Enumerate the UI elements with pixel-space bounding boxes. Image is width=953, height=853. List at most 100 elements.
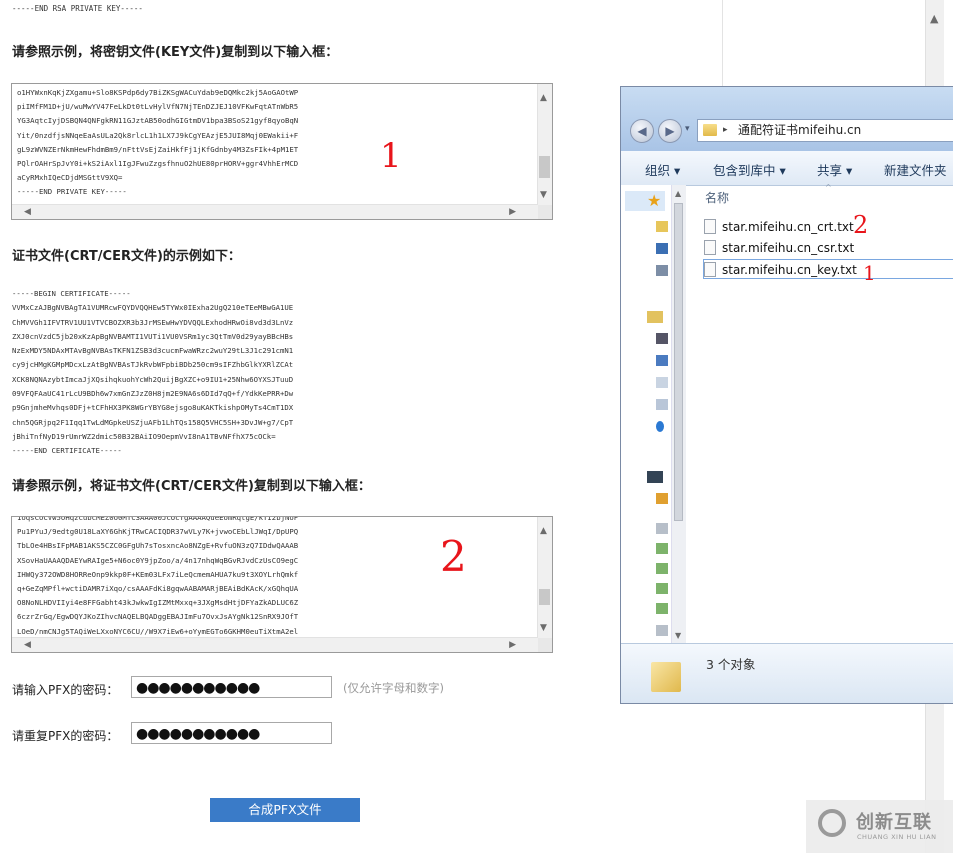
scroll-thumb[interactable] — [539, 589, 550, 605]
key-textarea-hscroll[interactable]: ◀ ▶ — [12, 204, 538, 219]
history-dropdown-icon[interactable]: ▾ — [685, 124, 690, 134]
key-heading: 请参照示例，将密钥文件(KEY文件)复制到以下输入框： — [12, 45, 339, 60]
nav-network-drive-icon[interactable] — [656, 583, 668, 594]
explorer-window: ◀ ▶ ▾ ▸ 通配符证书mifeihu.cn 组织 ▾ 包含到库中 ▾ 共享 … — [620, 86, 953, 704]
nav-drive-icon[interactable] — [656, 625, 668, 636]
key-line: Yit/0nzdfjsNNqeEaAsULa2Qk8rlcL1h1LX7J9kC… — [17, 130, 299, 140]
crt-line: IHWQy372OWD8HORReOnp9kkp0F+KEm03LFx7iLeQ… — [17, 569, 299, 579]
favorites-star-icon[interactable]: ★ — [647, 191, 661, 210]
key-line: gL9zWVNZErNkmHewFhdmBm9/nFttVsEjZaiHkfFj… — [17, 144, 299, 154]
nav-recent-icon[interactable] — [656, 265, 668, 276]
cert-line: cy9jcHMgKGMpMDcxLzAtBgNVBAsTJkRvbWFpbiBD… — [12, 360, 294, 370]
computer-icon[interactable] — [647, 471, 663, 483]
cert-line: -----END CERTIFICATE----- — [12, 446, 122, 456]
folder-icon — [703, 124, 717, 136]
scroll-corner — [538, 205, 552, 219]
item-count: 3 个对象 — [706, 657, 756, 672]
scroll-thumb[interactable] — [674, 203, 683, 521]
text-file-icon — [704, 240, 716, 255]
scroll-down-icon[interactable]: ▼ — [540, 623, 547, 633]
annotation-1-key-file: 1 — [863, 261, 876, 285]
text-file-icon — [704, 219, 716, 234]
nav-drive-icon[interactable] — [656, 523, 668, 534]
cert-example: -----BEGIN CERTIFICATE----- VVMxCzAJBgNVB… — [12, 287, 293, 459]
cert-line: -----BEGIN CERTIFICATE----- — [12, 289, 131, 298]
scroll-corner — [538, 638, 552, 652]
file-item-crt[interactable]: star.mifeihu.cn_crt.txt — [704, 217, 854, 237]
forward-icon[interactable]: ▶ — [658, 119, 682, 143]
nav-music-icon[interactable] — [656, 421, 664, 432]
crt-line: 1oqsCoCVw5oHqzcubcMEZ0o0MTC3AAA00JcUcTgA… — [17, 516, 299, 522]
scroll-left-icon[interactable]: ◀ — [24, 640, 31, 650]
back-icon[interactable]: ◀ — [630, 119, 654, 143]
nav-folder-icon[interactable] — [656, 221, 668, 232]
key-textarea[interactable]: o1HYWxnKqKjZXgamu+Slo8KSPdp6dy7BiZKSgWAC… — [11, 83, 553, 220]
libraries-icon[interactable] — [647, 311, 663, 323]
scroll-right-icon[interactable]: ▶ — [509, 640, 516, 650]
new-folder-button[interactable]: 新建文件夹 — [884, 160, 947, 179]
crt-textarea-vscroll[interactable]: ▲ ▼ — [537, 517, 552, 638]
file-name: star.mifeihu.cn_crt.txt — [722, 220, 854, 234]
key-textarea-content: o1HYWxnKqKjZXgamu+Slo8KSPdp6dy7BiZKSgWAC… — [17, 86, 298, 200]
nav-videos-icon[interactable] — [656, 333, 668, 344]
crt-line: 6czrZrGq/EgwDQYJKoZIhvcNAQELBQADggEBAJIm… — [17, 612, 299, 622]
crt-line: q+GeZqMPfl+wctiDAMR7iXqo/csAAAFdKi8gqwAA… — [17, 584, 299, 594]
crt-textarea-content: 1oqsCoCVw5oHqzcubcMEZ0o0MTC3AAA00JcUcTgA… — [17, 516, 299, 652]
annotation-1-key: 1 — [380, 136, 402, 176]
include-in-library-menu[interactable]: 包含到库中 ▾ — [713, 160, 786, 179]
share-menu[interactable]: 共享 ▾ — [817, 160, 852, 179]
cert-line: XCK8NQNAzybtImcaJjXQsihqkuohYcWh2QuijBgX… — [12, 374, 294, 384]
pfx-password-confirm-label: 请重复PFX的密码： — [12, 729, 119, 743]
navigation-scrollbar[interactable]: ▲ ▼ — [671, 185, 686, 643]
file-name: star.mifeihu.cn_key.txt — [722, 263, 857, 277]
organize-menu[interactable]: 组织 ▾ — [645, 160, 680, 179]
cert-line: VVMxCzAJBgNVBAgTA1VUMRcwFQYDVQQHEw5TYWx0… — [12, 303, 294, 313]
scroll-up-icon[interactable]: ▲ — [675, 189, 681, 199]
cert-line: jBhiTnfNyD19rUmrWZ2dmic50B32BAiIO9OepmVv… — [12, 431, 276, 441]
crt-textarea-hscroll[interactable]: ◀ ▶ — [12, 637, 538, 652]
pfx-password-input[interactable]: ●●●●●●●●●●● — [131, 676, 332, 698]
nav-network-drive-icon[interactable] — [656, 563, 668, 574]
nav-pictures-icon[interactable] — [656, 355, 668, 366]
brand-logo-icon — [818, 809, 846, 837]
key-textarea-vscroll[interactable]: ▲ ▼ — [537, 84, 552, 205]
nav-network-drive-icon[interactable] — [656, 603, 668, 614]
scroll-down-icon[interactable]: ▼ — [540, 190, 547, 200]
brand-name: 创新互联 — [856, 812, 932, 833]
nav-network-drive-icon[interactable] — [656, 543, 668, 554]
scroll-up-icon[interactable]: ▲ — [540, 93, 547, 103]
file-item-key[interactable]: star.mifeihu.cn_key.txt — [703, 259, 953, 279]
cert-line: ChMVVGh1IFVTRV1UU1VTVCBOZXR3b3JrMSEwHwYD… — [12, 317, 294, 327]
pfx-password-label: 请输入PFX的密码： — [12, 683, 119, 697]
crt-textarea[interactable]: 1oqsCoCVw5oHqzcubcMEZ0o0MTC3AAA00JcUcTgA… — [11, 516, 553, 653]
generate-pfx-button[interactable]: 合成PFX文件 — [210, 798, 360, 822]
page-divider — [722, 0, 723, 88]
pfx-password-hint: (仅允许字母和数字) — [343, 681, 444, 695]
address-bar[interactable]: ▸ 通配符证书mifeihu.cn — [697, 119, 953, 142]
page-scroll-up-icon[interactable]: ▲ — [930, 13, 938, 24]
nav-documents2-icon[interactable] — [656, 399, 668, 410]
file-item-csr[interactable]: star.mifeihu.cn_csr.txt — [704, 238, 854, 258]
scroll-right-icon[interactable]: ▶ — [509, 207, 516, 217]
crt-line: O8NoNLHDVIIyi4e8FFGabht43kJwkwIgIZMtMxxq… — [17, 598, 299, 608]
annotation-2-crt-file: 2 — [853, 211, 869, 239]
nav-disk-icon[interactable] — [656, 493, 668, 504]
nav-documents-icon[interactable] — [656, 377, 668, 388]
breadcrumb-folder[interactable]: 通配符证书mifeihu.cn — [738, 120, 861, 141]
text-file-icon — [704, 262, 716, 277]
breadcrumb-separator: ▸ — [723, 125, 728, 135]
crt-line: TbLOe4HBsIFpMAB1AKS5CZC0GFgUh7sTosxncAo8… — [17, 541, 299, 551]
column-header-name[interactable]: 名称 — [705, 189, 729, 206]
status-bar: 3 个对象 — [621, 643, 953, 703]
scroll-left-icon[interactable]: ◀ — [24, 207, 31, 217]
nav-desktop-icon[interactable] — [656, 243, 668, 254]
brand-subtitle: CHUANG XIN HU LIAN — [857, 833, 937, 841]
annotation-2-crt: 2 — [440, 532, 467, 581]
folder-large-icon — [649, 656, 685, 692]
cert-line: 09VFQFAaUC41rLcU9BDh6w7xmGnZJzZ0H8jm2E9N… — [12, 389, 294, 399]
scroll-down-icon[interactable]: ▼ — [675, 631, 681, 641]
pfx-password-confirm-input[interactable]: ●●●●●●●●●●● — [131, 722, 332, 744]
crt-heading: 请参照示例，将证书文件(CRT/CER文件)复制到以下输入框： — [12, 479, 371, 494]
scroll-thumb[interactable] — [539, 156, 550, 178]
scroll-up-icon[interactable]: ▲ — [540, 526, 547, 536]
